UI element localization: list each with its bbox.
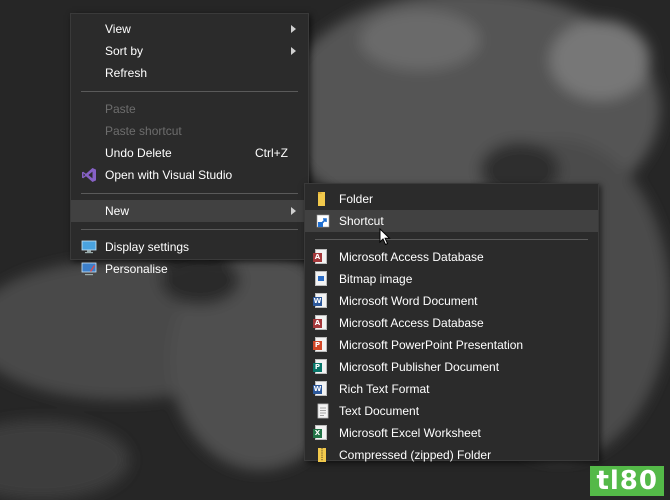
submenu-item-bitmap-image[interactable]: Bitmap image <box>305 268 598 290</box>
text-document-icon <box>317 403 329 419</box>
submenu-item-text-document[interactable]: Text Document <box>305 400 598 422</box>
menu-separator <box>315 239 588 240</box>
menu-item-label: Sort by <box>105 44 144 58</box>
menu-item-personalise[interactable]: Personalise <box>71 258 308 280</box>
folder-icon <box>318 192 325 206</box>
menu-item-label: Paste <box>105 102 136 116</box>
menu-item-label: Undo Delete <box>105 146 172 160</box>
word-icon: W <box>313 293 327 308</box>
submenu-item-label: Microsoft Publisher Document <box>339 360 500 374</box>
submenu-item-label: Compressed (zipped) Folder <box>339 448 492 462</box>
menu-item-paste: Paste <box>71 98 308 120</box>
submenu-item-shortcut[interactable]: Shortcut <box>305 210 598 232</box>
menu-item-label: Personalise <box>105 262 168 276</box>
submenu-item-label: Microsoft Access Database <box>339 250 484 264</box>
chevron-right-icon <box>291 25 296 33</box>
menu-item-sort-by[interactable]: Sort by <box>71 40 308 62</box>
submenu-item-compressed-folder[interactable]: Compressed (zipped) Folder <box>305 444 598 466</box>
bitmap-icon <box>315 271 327 286</box>
submenu-item-label: Microsoft Excel Worksheet <box>339 426 481 440</box>
menu-item-label: Open with Visual Studio <box>105 168 233 182</box>
submenu-item-powerpoint-presentation[interactable]: P Microsoft PowerPoint Presentation <box>305 334 598 356</box>
menu-item-label: New <box>105 204 130 218</box>
submenu-item-publisher-document[interactable]: P Microsoft Publisher Document <box>305 356 598 378</box>
menu-item-label: Paste shortcut <box>105 124 182 138</box>
menu-item-paste-shortcut: Paste shortcut <box>71 120 308 142</box>
submenu-item-rich-text-format[interactable]: W Rich Text Format <box>305 378 598 400</box>
menu-item-label: Display settings <box>105 240 190 254</box>
menu-item-undo-delete[interactable]: Undo Delete Ctrl+Z <box>71 142 308 164</box>
display-settings-icon <box>81 240 97 254</box>
visual-studio-icon <box>82 168 96 182</box>
submenu-item-label: Shortcut <box>339 214 384 228</box>
chevron-right-icon <box>291 207 296 215</box>
menu-item-open-with-visual-studio[interactable]: Open with Visual Studio <box>71 164 308 186</box>
menu-item-refresh[interactable]: Refresh <box>71 62 308 84</box>
menu-item-label: View <box>105 22 131 36</box>
submenu-item-label: Folder <box>339 192 374 206</box>
menu-item-view[interactable]: View <box>71 18 308 40</box>
mouse-cursor-icon <box>379 228 391 246</box>
submenu-item-label: Bitmap image <box>339 272 413 286</box>
submenu-item-access-database[interactable]: A Microsoft Access Database <box>305 246 598 268</box>
menu-separator <box>81 193 298 194</box>
submenu-item-folder[interactable]: Folder <box>305 188 598 210</box>
shortcut-icon <box>316 214 330 228</box>
menu-separator <box>81 229 298 230</box>
new-submenu: Folder Shortcut A Microsoft Access Datab… <box>304 183 599 462</box>
submenu-item-label: Microsoft Word Document <box>339 294 478 308</box>
menu-separator <box>81 91 298 92</box>
zip-folder-icon <box>318 448 326 462</box>
menu-item-label: Refresh <box>105 66 148 80</box>
word-icon: W <box>313 381 327 396</box>
publisher-icon: P <box>313 359 327 374</box>
submenu-item-access-database-2[interactable]: A Microsoft Access Database <box>305 312 598 334</box>
submenu-item-label: Microsoft PowerPoint Presentation <box>339 338 524 352</box>
submenu-item-label: Rich Text Format <box>339 382 430 396</box>
keyboard-shortcut: Ctrl+Z <box>255 146 288 160</box>
desktop-context-menu: View Sort by Refresh Paste Paste shortcu… <box>70 13 309 276</box>
excel-icon: X <box>313 425 327 440</box>
access-icon: A <box>313 249 327 264</box>
access-icon: A <box>313 315 327 330</box>
menu-item-display-settings[interactable]: Display settings <box>71 236 308 258</box>
powerpoint-icon: P <box>313 337 327 352</box>
submenu-item-label: Microsoft Access Database <box>339 316 484 330</box>
submenu-item-excel-worksheet[interactable]: X Microsoft Excel Worksheet <box>305 422 598 444</box>
chevron-right-icon <box>291 47 296 55</box>
personalise-icon <box>81 262 97 276</box>
submenu-item-word-document[interactable]: W Microsoft Word Document <box>305 290 598 312</box>
submenu-item-label: Text Document <box>339 404 420 418</box>
site-watermark: tl80 <box>590 466 664 496</box>
menu-item-new[interactable]: New <box>71 200 308 222</box>
